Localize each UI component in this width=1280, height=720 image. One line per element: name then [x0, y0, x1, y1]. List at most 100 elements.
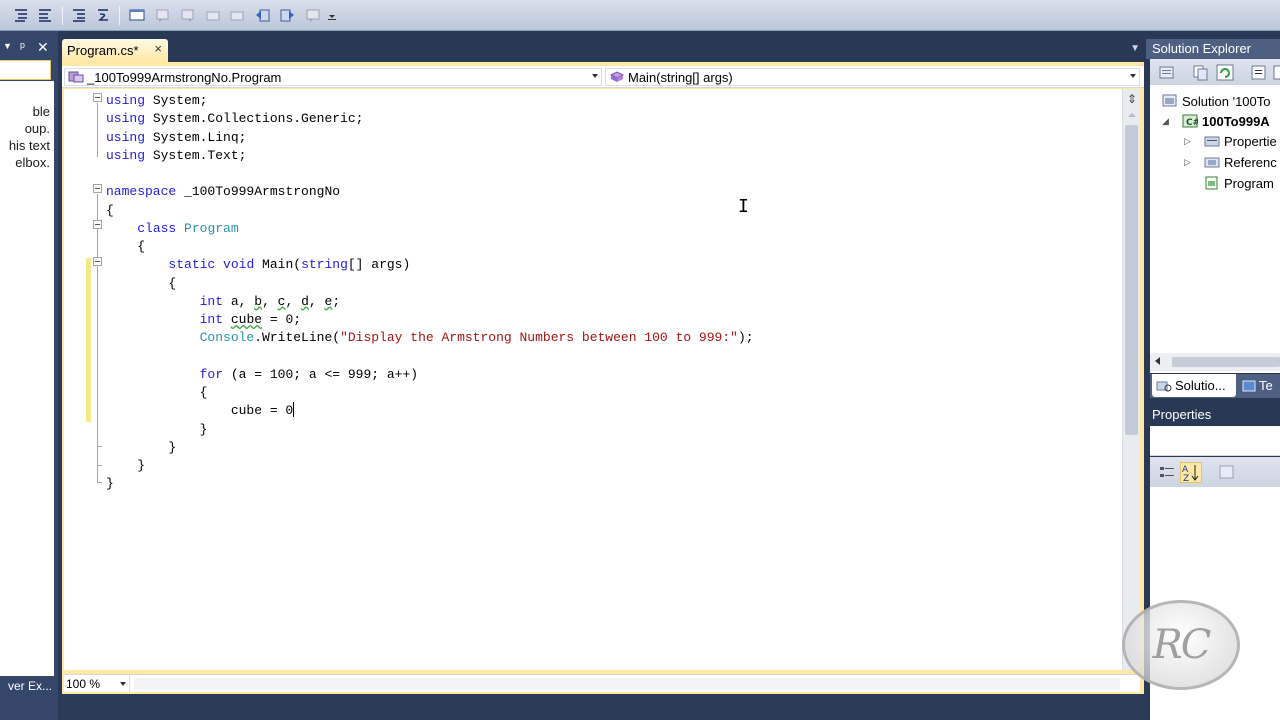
code-line: for (a = 100; a <= 999; a++) [199, 366, 419, 382]
tab-dropdown-icon[interactable]: ▼ [1130, 43, 1140, 54]
expanded-arrow-icon[interactable]: ◢ [1162, 116, 1169, 127]
tab-label: Program.cs* [67, 43, 139, 58]
close-icon[interactable]: ✕ [37, 39, 49, 56]
rc-watermark-logo: RC [1122, 600, 1240, 690]
collapse-class-icon[interactable] [93, 220, 102, 229]
code-line: } [106, 476, 114, 492]
alphabetical-sort-icon[interactable]: AZ [1180, 462, 1202, 483]
previous-bookmark-icon[interactable] [154, 6, 172, 24]
chevron-down-icon[interactable]: ▼ [3, 41, 12, 51]
zoom-combo[interactable]: 100 % [64, 675, 130, 692]
editor-frame: _100To999ArmstrongNo.Program Main(string… [62, 62, 1144, 694]
references-icon [1204, 157, 1220, 168]
next-bookmark-folder-icon[interactable] [228, 6, 246, 24]
tab-team-explorer[interactable]: Te [1238, 374, 1280, 397]
outline-guide [97, 446, 102, 447]
member-combo-value: Main(string[] args) [628, 69, 733, 85]
next-bookmark-icon[interactable] [178, 6, 196, 24]
outlining-margin [64, 89, 104, 670]
tab-program-cs[interactable]: Program.cs* × [62, 39, 168, 62]
properties-object-combo[interactable] [1150, 426, 1280, 456]
toolbar-separator [62, 6, 63, 25]
properties-window-icon[interactable] [1158, 64, 1176, 81]
document-tabstrip: Program.cs* × ▼ [58, 39, 1146, 62]
scroll-thumb[interactable] [1125, 125, 1138, 435]
class-icon [68, 71, 84, 83]
solution-explorer-tabs: Solutio... Te [1150, 374, 1280, 398]
tree-item-properties[interactable]: Propertie [1204, 131, 1277, 151]
source-code[interactable]: using System; using System.Collections.Ge… [106, 92, 754, 494]
type-combo-value: _100To999ArmstrongNo.Program [87, 69, 282, 85]
refresh-icon[interactable] [1216, 64, 1234, 81]
solution-explorer-toolbar [1150, 59, 1280, 85]
toolbar-separator [119, 6, 120, 25]
next-bookmark-document-icon[interactable] [278, 6, 296, 24]
svg-text:C#: C# [1186, 118, 1198, 128]
scroll-left-icon[interactable] [1155, 357, 1160, 365]
collapsed-arrow-icon[interactable]: ▷ [1184, 136, 1191, 147]
decrease-indent-icon[interactable] [70, 6, 88, 24]
clear-bookmarks-icon[interactable] [304, 6, 322, 24]
vertical-scrollbar[interactable]: ⇕ [1122, 89, 1140, 670]
code-line: { [106, 385, 208, 400]
close-icon[interactable]: × [154, 41, 162, 56]
editor-bottom-bar: 100 % [64, 674, 1140, 692]
tree-item-solution[interactable]: Solution '100To [1162, 91, 1271, 111]
horizontal-scrollbar[interactable] [134, 678, 1120, 690]
show-all-files-icon[interactable] [1192, 64, 1210, 81]
previous-bookmark-folder-icon[interactable] [204, 6, 222, 24]
code-line: { [106, 275, 177, 291]
uncomment-lines-icon[interactable] [36, 6, 54, 24]
member-combo[interactable]: Main(string[] args) [605, 68, 1140, 86]
code-line: class Program [137, 220, 239, 236]
increase-indent-icon[interactable] [94, 6, 112, 24]
pin-icon[interactable]: ᵖ [20, 39, 25, 54]
navigation-bar: _100To999ArmstrongNo.Program Main(string… [62, 66, 1144, 88]
solution-explorer-hscroll[interactable] [1150, 353, 1280, 371]
view-code-icon[interactable] [1250, 64, 1268, 81]
code-line: { [106, 202, 114, 218]
outline-guide [97, 103, 98, 157]
code-line: cube = 0 [106, 402, 295, 419]
code-line: int a, b, c, d, e; [199, 293, 341, 309]
zoom-value: 100 % [66, 676, 101, 691]
property-pages-icon[interactable] [1218, 464, 1236, 481]
type-combo[interactable]: _100To999ArmstrongNo.Program [64, 68, 602, 86]
csharp-project-icon: C# [1182, 114, 1198, 128]
toggle-window-icon[interactable] [128, 6, 146, 24]
comment-lines-icon[interactable] [12, 6, 30, 24]
server-explorer-tab[interactable]: ver Ex... [0, 676, 54, 696]
change-tracking-bar [86, 258, 91, 422]
tree-item-project[interactable]: C# 100To999A [1182, 111, 1270, 131]
collapse-using-icon[interactable] [93, 93, 102, 102]
scroll-thumb[interactable] [1172, 357, 1280, 367]
code-line: } [106, 458, 146, 473]
collapsed-arrow-icon[interactable]: ▷ [1184, 157, 1191, 168]
collapse-method-icon[interactable] [93, 257, 102, 266]
split-handle-icon[interactable]: ⇕ [1126, 92, 1138, 106]
toolbar-options-icon[interactable] [326, 6, 338, 24]
code-line: { [106, 239, 146, 254]
code-line: int cube = 0; [199, 312, 302, 327]
tree-item-references[interactable]: Referenc [1204, 152, 1277, 172]
properties-title: Properties [1152, 407, 1212, 422]
csharp-file-icon [1205, 176, 1218, 190]
toolbox-panel: ▼ ᵖ ✕ ble oup. his text elbox. ver Ex... [0, 31, 58, 720]
code-editor[interactable]: using System; using System.Collections.Ge… [64, 89, 1140, 670]
view-designer-icon[interactable] [1272, 64, 1280, 81]
chevron-down-icon [1130, 74, 1136, 78]
categorized-icon[interactable] [1158, 464, 1176, 481]
scroll-up-icon[interactable] [1128, 113, 1136, 117]
tab-solution-explorer[interactable]: Solutio... [1152, 374, 1236, 397]
toolbox-search-input[interactable] [0, 60, 51, 80]
solution-icon [1162, 94, 1177, 107]
toolbox-empty-message: ble oup. his text elbox. [8, 104, 50, 170]
outline-guide [97, 194, 98, 482]
text-caret [293, 402, 295, 418]
collapse-namespace-icon[interactable] [93, 184, 102, 193]
tree-item-program-cs[interactable]: Program [1204, 173, 1274, 193]
code-line: Console.WriteLine("Display the Armstrong… [199, 330, 754, 346]
main-toolbar [0, 0, 1280, 31]
previous-bookmark-document-icon[interactable] [254, 6, 272, 24]
